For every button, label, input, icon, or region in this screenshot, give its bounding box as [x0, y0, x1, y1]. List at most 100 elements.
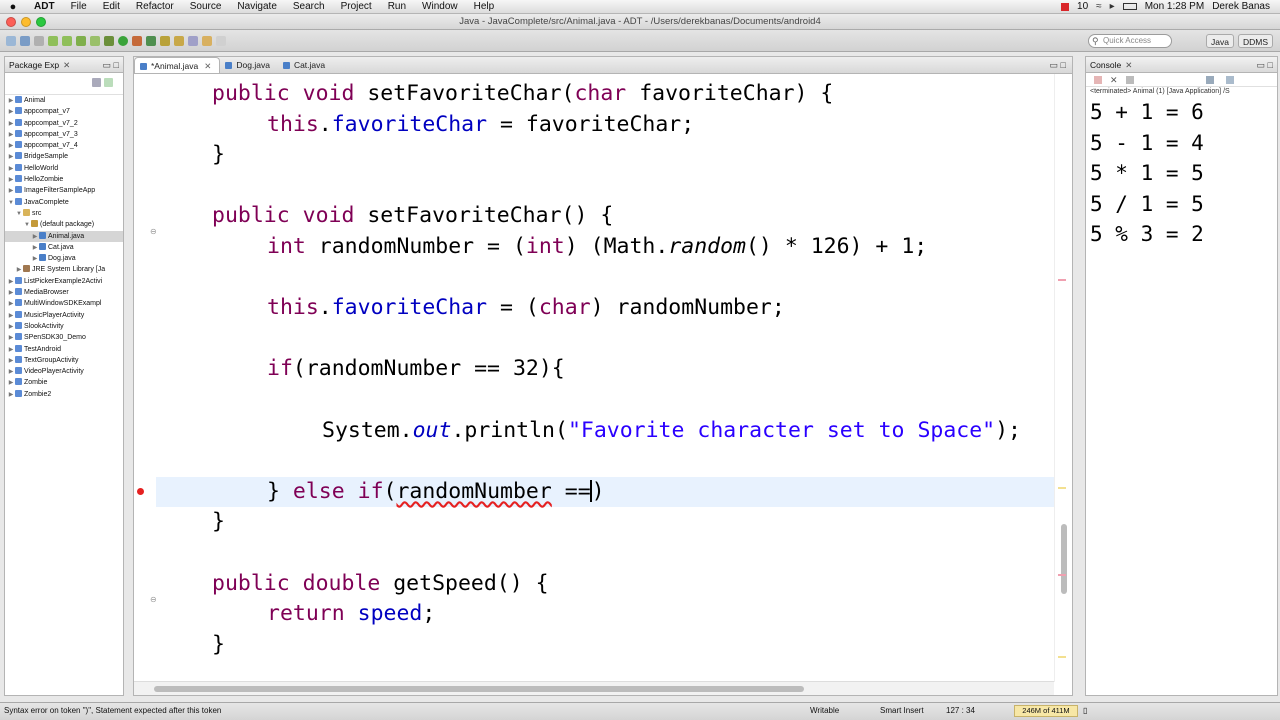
menu-search[interactable]: Search [285, 1, 333, 12]
code-line[interactable] [156, 538, 1054, 568]
code-line[interactable] [156, 446, 1054, 476]
close-tab-icon[interactable]: ✕ [204, 61, 211, 71]
menu-project[interactable]: Project [333, 1, 380, 12]
tree-item[interactable]: ▶ HelloZombie [5, 174, 123, 185]
new-icon[interactable] [6, 35, 16, 46]
menu-user[interactable]: Derek Banas [1212, 1, 1270, 12]
collapse-all-icon[interactable] [92, 78, 101, 87]
tree-item[interactable]: ▶ SPenSDK30_Demo [5, 332, 123, 343]
minimize-window-icon[interactable] [21, 17, 31, 27]
code-area[interactable]: public void setFavoriteChar(char favorit… [156, 74, 1054, 682]
package-explorer-header[interactable]: Package Exp ✕ ▭ □ [5, 57, 123, 73]
tree-item[interactable]: ▶ MediaBrowser [5, 287, 123, 298]
code-line[interactable]: return speed; [156, 599, 1054, 629]
new-java-class-icon[interactable] [146, 35, 156, 46]
tree-item[interactable]: ▶ JRE System Library [Ja [5, 264, 123, 275]
tree-item[interactable]: ▶ SlookActivity [5, 321, 123, 332]
tree-item[interactable]: ▶ BridgeSample [5, 151, 123, 162]
code-line[interactable]: public void setFavoriteChar() { [156, 201, 1054, 231]
quick-access-field[interactable]: ⚲ Quick Access [1088, 34, 1172, 48]
tree-item[interactable]: ▶ appcompat_v7 [5, 106, 123, 117]
tree-item[interactable]: ▶ appcompat_v7_3 [5, 129, 123, 140]
tree-item[interactable]: ▶ Zombie [5, 377, 123, 388]
perspective-ddms[interactable]: DDMS [1238, 34, 1274, 48]
menu-edit[interactable]: Edit [95, 1, 128, 12]
tab-animal-java[interactable]: *Animal.java ✕ [134, 57, 221, 73]
tree-item[interactable]: ▶ Animal.java [5, 230, 123, 242]
menu-app-name[interactable]: ADT [26, 1, 63, 12]
tree-item[interactable]: ▶ appcompat_v7_2 [5, 118, 123, 129]
perspective-java[interactable]: Java [1206, 34, 1234, 48]
horizontal-scrollbar[interactable] [134, 681, 1054, 695]
close-view-icon[interactable]: ✕ [1125, 60, 1132, 70]
menu-navigate[interactable]: Navigate [229, 1, 284, 12]
tree-item[interactable]: ▶ MusicPlayerActivity [5, 310, 123, 321]
forward-icon[interactable] [216, 35, 226, 46]
vertical-scroll-thumb[interactable] [1061, 524, 1067, 594]
tree-item[interactable]: ▶ ListPickerExample2Activi [5, 276, 123, 287]
code-line[interactable]: if(randomNumber == 32){ [156, 354, 1054, 384]
menu-clock[interactable]: Mon 1:28 PM [1145, 1, 1204, 12]
open-console-icon[interactable] [1226, 76, 1234, 84]
print-icon[interactable] [34, 35, 44, 46]
tree-item[interactable]: ▶ TestAndroid [5, 344, 123, 355]
minimize-maximize-icon[interactable]: ▭ □ [1257, 57, 1273, 72]
garbage-collect-icon[interactable]: ▯ [1083, 703, 1087, 719]
tree-item[interactable]: ▶ ImageFilterSampleApp [5, 185, 123, 196]
tree-item[interactable]: ▶ Dog.java [5, 253, 123, 264]
zoom-window-icon[interactable] [36, 17, 46, 27]
open-type-icon[interactable] [160, 35, 170, 46]
code-line[interactable] [156, 385, 1054, 415]
tree-item[interactable]: ▼ (default package) [5, 219, 123, 230]
code-line[interactable]: this.favoriteChar = (char) randomNumber; [156, 293, 1054, 323]
overview-ruler[interactable] [1054, 74, 1072, 708]
debug-icon[interactable] [104, 35, 114, 46]
overview-mark[interactable] [1058, 487, 1066, 489]
remove-launch-icon[interactable]: ✕ [1110, 75, 1118, 86]
code-line[interactable]: public void setFavoriteChar(char favorit… [156, 79, 1054, 109]
editor-minimize-maximize-icon[interactable]: ▭ □ [1050, 57, 1066, 73]
code-line[interactable] [156, 171, 1054, 201]
apple-menu-icon[interactable]: ● [0, 1, 26, 13]
code-line[interactable] [156, 263, 1054, 293]
code-line[interactable]: } else if(randomNumber ==) [156, 476, 1054, 507]
lint-icon[interactable] [76, 35, 86, 46]
search-icon[interactable] [174, 35, 184, 46]
code-line[interactable]: public double getSpeed() { [156, 569, 1054, 599]
tab-dog-java[interactable]: Dog.java [220, 57, 278, 73]
error-marker-icon[interactable] [137, 487, 144, 495]
tree-item[interactable]: ▶ Zombie2 [5, 389, 123, 400]
pin-console-icon[interactable] [1206, 76, 1214, 84]
battery-icon[interactable] [1122, 3, 1137, 10]
annotation-nav-icon[interactable] [188, 35, 198, 46]
tree-item[interactable]: ▶ appcompat_v7_4 [5, 140, 123, 151]
tree-item[interactable]: ▶ Animal [5, 95, 123, 106]
code-line[interactable]: } [156, 507, 1054, 537]
tree-item[interactable]: ▶ TextGroupActivity [5, 355, 123, 366]
expand-right-icon[interactable]: ▶ [7, 390, 15, 401]
code-line[interactable] [156, 324, 1054, 354]
tree-item[interactable]: ▼ JavaComplete [5, 197, 123, 208]
console-header[interactable]: Console ✕ ▭ □ [1086, 57, 1277, 73]
new-android-project-icon[interactable] [90, 35, 100, 46]
terminate-icon[interactable] [1094, 76, 1102, 84]
menu-window[interactable]: Window [414, 1, 466, 12]
code-line[interactable]: } [156, 140, 1054, 170]
code-line[interactable]: this.favoriteChar = favoriteChar; [156, 110, 1054, 140]
tree-item[interactable]: ▼ src [5, 208, 123, 219]
back-icon[interactable] [202, 35, 212, 46]
tree-item[interactable]: ▶ VideoPlayerActivity [5, 366, 123, 377]
menu-source[interactable]: Source [182, 1, 230, 12]
code-line[interactable] [156, 660, 1054, 682]
wifi-icon[interactable]: ≈ [1096, 1, 1102, 12]
horizontal-scroll-thumb[interactable] [154, 686, 804, 692]
menu-run[interactable]: Run [380, 1, 414, 12]
avd-manager-icon[interactable] [62, 35, 72, 46]
volume-icon[interactable]: ▸ [1110, 1, 1115, 12]
code-line[interactable]: System.out.println("Favorite character s… [156, 416, 1054, 446]
external-tools-icon[interactable] [132, 35, 142, 46]
close-window-icon[interactable] [6, 17, 16, 27]
link-editor-icon[interactable] [104, 78, 113, 87]
menu-help[interactable]: Help [466, 1, 503, 12]
android-sdk-icon[interactable] [48, 35, 58, 46]
